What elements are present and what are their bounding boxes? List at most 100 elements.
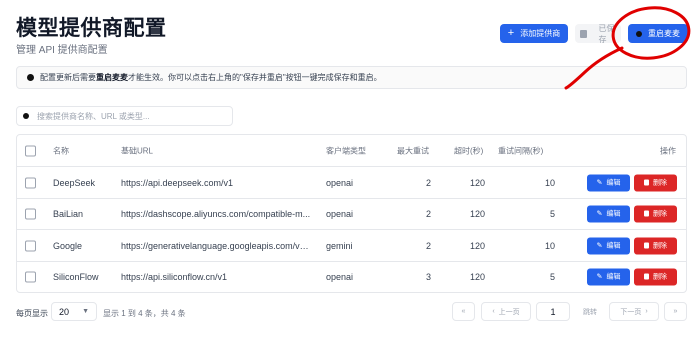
table-header: 名称 基础URL 客户端类型 最大重试 超时(秒) 重试间隔(秒) 操作 xyxy=(17,135,686,167)
provider-retry: 2 xyxy=(425,240,431,251)
next-page-label: 下一页 xyxy=(620,308,642,316)
trash-icon xyxy=(644,242,649,249)
delete-button[interactable]: 删除 xyxy=(634,237,677,254)
column-header-client: 客户端类型 xyxy=(326,146,366,155)
provider-name: BaiLian xyxy=(53,208,84,219)
delete-label: 删除 xyxy=(653,273,667,281)
jump-button[interactable]: 跳转 xyxy=(576,302,604,321)
page-size-select[interactable]: 20 ▼ xyxy=(51,302,97,321)
provider-table: 名称 基础URL 客户端类型 最大重试 超时(秒) 重试间隔(秒) 操作 Dee… xyxy=(16,134,687,293)
pencil-icon: ✎ xyxy=(596,179,603,187)
add-provider-label: 添加提供商 xyxy=(520,29,561,38)
column-header-actions: 操作 xyxy=(660,146,676,155)
column-header-timeout: 超时(秒) xyxy=(454,146,484,155)
prev-page-button[interactable]: ‹ 上一页 xyxy=(481,302,531,321)
page-size-value: 20 xyxy=(59,306,70,317)
column-header-name: 名称 xyxy=(53,146,69,155)
pencil-icon: ✎ xyxy=(596,273,603,281)
row-checkbox[interactable] xyxy=(25,208,36,219)
delete-button[interactable]: 删除 xyxy=(634,174,677,191)
provider-client: gemini xyxy=(326,240,353,251)
edit-button[interactable]: ✎ 编辑 xyxy=(587,237,630,254)
provider-interval: 10 xyxy=(544,240,555,251)
first-page-button[interactable]: « xyxy=(452,302,475,321)
delete-label: 删除 xyxy=(653,210,667,218)
provider-name: SiliconFlow xyxy=(53,271,99,282)
search-box xyxy=(16,106,233,126)
page-title: 模型提供商配置 xyxy=(16,17,167,40)
edit-button[interactable]: ✎ 编辑 xyxy=(587,205,630,222)
plus-icon: + xyxy=(507,27,515,39)
edit-label: 编辑 xyxy=(606,179,621,187)
trash-icon xyxy=(644,273,649,280)
chevron-down-icon: ▼ xyxy=(82,308,89,315)
provider-name: DeepSeek xyxy=(53,177,96,188)
provider-timeout: 120 xyxy=(469,177,485,188)
column-header-url: 基础URL xyxy=(121,146,154,155)
provider-interval: 5 xyxy=(549,208,555,219)
delete-button[interactable]: 删除 xyxy=(634,205,677,222)
provider-timeout: 120 xyxy=(469,240,485,251)
save-label: 已保存 xyxy=(598,23,615,44)
prev-page-label: 上一页 xyxy=(498,308,520,316)
chevron-right-icon: › xyxy=(645,308,648,315)
provider-url: https://api.deepseek.com/v1 xyxy=(121,177,234,188)
row-checkbox[interactable] xyxy=(25,271,36,282)
notice-emphasis: 重启麦麦 xyxy=(96,73,128,82)
pencil-icon: ✎ xyxy=(596,210,603,218)
provider-interval: 5 xyxy=(549,271,555,282)
provider-client: openai xyxy=(326,177,354,188)
search-input[interactable] xyxy=(35,110,229,122)
edit-label: 编辑 xyxy=(606,242,621,250)
delete-button[interactable]: 删除 xyxy=(634,268,677,285)
restart-label: 重启麦麦 xyxy=(648,29,680,38)
pencil-icon: ✎ xyxy=(596,242,603,250)
add-provider-button[interactable]: + 添加提供商 xyxy=(500,24,568,43)
provider-client: openai xyxy=(326,208,354,219)
page-number-input[interactable]: 1 xyxy=(536,302,570,321)
double-chevron-left-icon: « xyxy=(461,308,466,315)
provider-interval: 10 xyxy=(544,177,555,188)
restart-notice: 配置更新后需要 重启麦麦 才能生效。你可以点击右上角的"保存并重启"按钮一键完成保存… xyxy=(16,66,687,89)
page-subtitle: 管理 API 提供商配置 xyxy=(16,45,108,56)
table-row: DeepSeek https://api.deepseek.com/v1 ope… xyxy=(17,167,686,199)
table-row: Google https://generativelanguage.google… xyxy=(17,230,686,262)
provider-name: Google xyxy=(53,240,83,251)
restart-button[interactable]: 重启麦麦 xyxy=(628,24,688,43)
save-icon xyxy=(580,29,587,38)
per-page-label: 每页显示 xyxy=(16,309,48,318)
next-page-button[interactable]: 下一页 › xyxy=(609,302,659,321)
provider-retry: 2 xyxy=(425,208,431,219)
provider-url: https://generativelanguage.googleapis.co… xyxy=(121,240,311,251)
edit-button[interactable]: ✎ 编辑 xyxy=(587,268,630,285)
edit-label: 编辑 xyxy=(606,273,621,281)
trash-icon xyxy=(644,179,649,186)
last-page-button[interactable]: » xyxy=(664,302,687,321)
edit-label: 编辑 xyxy=(606,210,621,218)
provider-timeout: 120 xyxy=(469,208,485,219)
double-chevron-right-icon: » xyxy=(673,308,678,315)
delete-label: 删除 xyxy=(653,179,667,187)
notice-suffix: 才能生效。你可以点击右上角的"保存并重启"按钮一键完成保存和重启。 xyxy=(128,73,382,82)
provider-client: openai xyxy=(326,271,354,282)
trash-icon xyxy=(644,210,649,217)
save-button[interactable]: 已保存 xyxy=(575,23,621,44)
column-header-retry: 最大重试 xyxy=(397,146,429,155)
provider-url: https://dashscope.aliyuncs.com/compatibl… xyxy=(121,208,311,219)
table-row: BaiLian https://dashscope.aliyuncs.com/c… xyxy=(17,198,686,230)
restart-icon xyxy=(636,30,642,37)
edit-button[interactable]: ✎ 编辑 xyxy=(587,174,630,191)
table-row: SiliconFlow https://api.siliconflow.cn/v… xyxy=(17,261,686,292)
row-checkbox[interactable] xyxy=(25,177,36,188)
delete-label: 删除 xyxy=(653,242,667,250)
provider-timeout: 120 xyxy=(469,271,485,282)
pagination-info: 显示 1 到 4 条，共 4 条 xyxy=(103,309,186,318)
row-checkbox[interactable] xyxy=(25,240,36,251)
info-icon xyxy=(27,74,34,81)
column-header-interval: 重试间隔(秒) xyxy=(498,146,544,155)
search-icon xyxy=(23,113,29,119)
select-all-checkbox[interactable] xyxy=(25,145,36,156)
provider-retry: 3 xyxy=(425,271,431,282)
provider-retry: 2 xyxy=(425,177,431,188)
chevron-left-icon: ‹ xyxy=(492,308,495,315)
